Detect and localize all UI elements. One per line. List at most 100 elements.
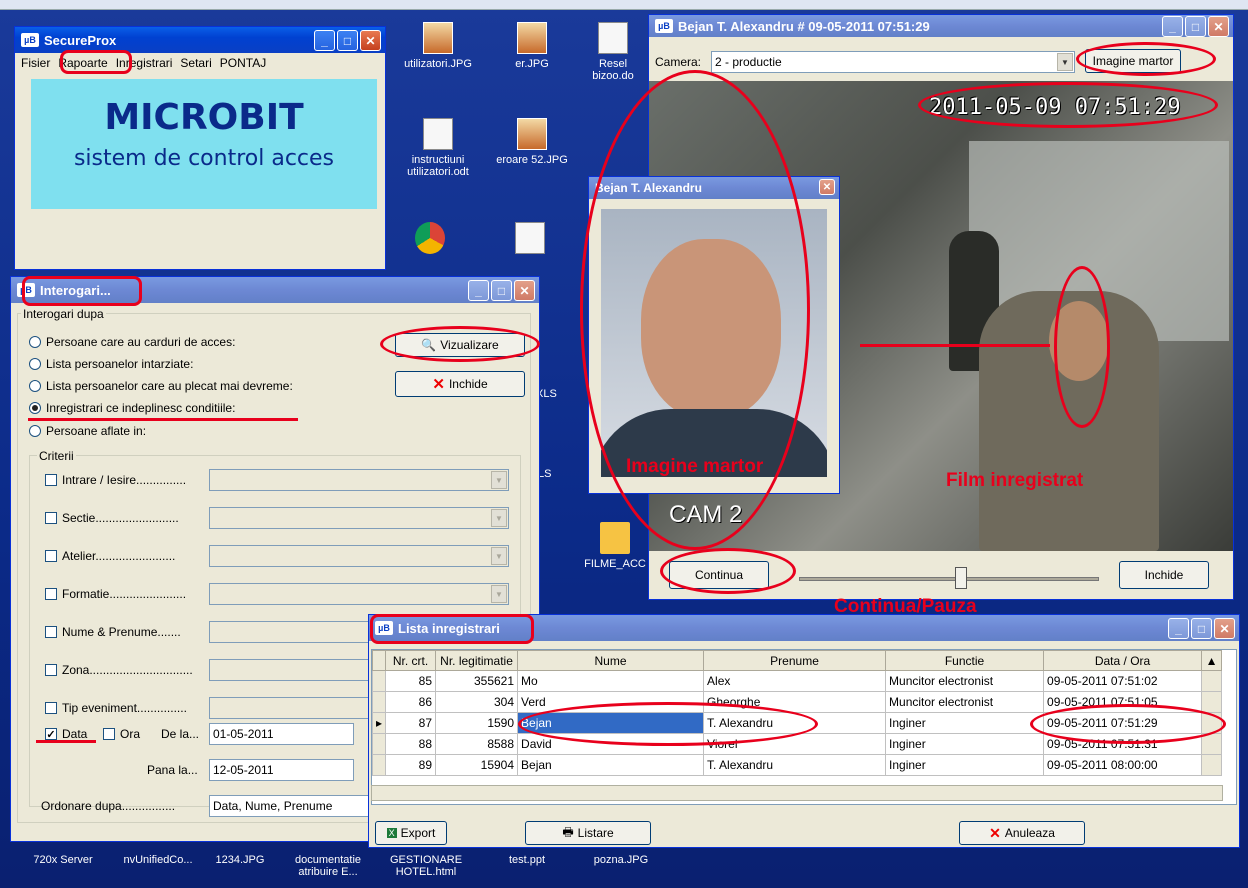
- table-cell[interactable]: 89: [385, 754, 437, 776]
- anuleaza-button[interactable]: ✕ Anuleaza: [959, 821, 1085, 845]
- de-la-date-field[interactable]: 01-05-2011: [209, 723, 354, 745]
- table-cell[interactable]: Muncitor electronist: [885, 691, 1045, 713]
- combo-formatie[interactable]: ▼: [209, 583, 509, 605]
- seek-slider[interactable]: [799, 577, 1099, 581]
- criteria-nume-prenume[interactable]: Nume & Prenume.......: [45, 625, 181, 639]
- desktop-item[interactable]: nvUnifiedCo...: [116, 854, 200, 866]
- table-cell[interactable]: 304: [435, 691, 519, 713]
- combo-sectie[interactable]: ▼: [209, 507, 509, 529]
- desktop-icon-utilizatori[interactable]: utilizatori.JPG: [398, 22, 478, 70]
- desktop-icon-eroare[interactable]: eroare 52.JPG: [492, 118, 572, 166]
- annotation-arrow: [860, 344, 1050, 347]
- table-cell[interactable]: 86: [385, 691, 437, 713]
- radio-intarziate[interactable]: Lista persoanelor intarziate:: [29, 357, 193, 371]
- table-cell[interactable]: 1590: [435, 712, 519, 734]
- close-icon[interactable]: ✕: [819, 179, 835, 195]
- combo-atelier[interactable]: ▼: [209, 545, 509, 567]
- desktop-item[interactable]: 720x Server: [18, 854, 108, 866]
- table-row[interactable]: 89 15904 Bejan T. Alexandru Inginer 09-05-201…: [372, 754, 1223, 776]
- table-cell[interactable]: 09-05-2011 07:51:02: [1043, 670, 1203, 692]
- row-indicator[interactable]: [372, 754, 387, 776]
- maximize-icon[interactable]: □: [337, 30, 358, 51]
- table-cell[interactable]: Mo: [517, 670, 705, 692]
- combo-intrare[interactable]: ▼: [209, 469, 509, 491]
- export-button[interactable]: X Export: [375, 821, 447, 845]
- horizontal-scrollbar[interactable]: [371, 785, 1223, 801]
- table-cell[interactable]: 15904: [435, 754, 519, 776]
- menu-fisier[interactable]: Fisier: [21, 56, 50, 70]
- close-icon[interactable]: ✕: [360, 30, 381, 51]
- table-row[interactable]: 85 355621 Mo Alex Muncitor electronist 09-05-…: [372, 670, 1223, 692]
- seek-slider-thumb[interactable]: [955, 567, 967, 589]
- desktop-icon-chrome[interactable]: [400, 222, 460, 258]
- criteria-intrare[interactable]: Intrare / Iesire...............: [45, 473, 186, 487]
- table-cell[interactable]: 85: [385, 670, 437, 692]
- row-indicator[interactable]: [372, 691, 387, 713]
- video-inchide-button[interactable]: Inchide: [1119, 561, 1209, 589]
- table-cell[interactable]: T. Alexandru: [703, 754, 887, 776]
- col-nr-crt[interactable]: Nr. crt.: [385, 650, 437, 671]
- listare-button[interactable]: 🖶 Listare: [525, 821, 651, 845]
- col-nume[interactable]: Nume: [517, 650, 705, 671]
- jpg-file-icon: [517, 22, 547, 54]
- table-cell[interactable]: Bejan: [517, 754, 705, 776]
- ora-checkbox[interactable]: Ora: [103, 727, 140, 741]
- video-titlebar[interactable]: µB Bejan T. Alexandru # 09-05-2011 07:51…: [649, 15, 1233, 37]
- radio-persoane-aflate[interactable]: Persoane aflate in:: [29, 424, 146, 438]
- scroll-up-icon[interactable]: ▲: [1201, 650, 1223, 671]
- close-icon[interactable]: ✕: [514, 280, 535, 301]
- desktop-item[interactable]: documentatie atribuire E...: [290, 854, 366, 878]
- row-indicator[interactable]: [372, 733, 387, 755]
- desktop-icon-resel[interactable]: Resel bizoo.do: [578, 22, 648, 82]
- pana-la-date-field[interactable]: 12-05-2011: [209, 759, 354, 781]
- minimize-icon[interactable]: _: [468, 280, 489, 301]
- table-cell[interactable]: Alex: [703, 670, 887, 692]
- radio-inregistrari-conditii[interactable]: Inregistrari ce indeplinesc conditiile:: [29, 401, 235, 415]
- criteria-zona[interactable]: Zona...............................: [45, 663, 193, 677]
- col-functie[interactable]: Functie: [885, 650, 1045, 671]
- desktop-item[interactable]: 1234.JPG: [210, 854, 270, 866]
- table-cell[interactable]: 355621: [435, 670, 519, 692]
- table-cell[interactable]: Inginer: [885, 733, 1045, 755]
- criteria-atelier[interactable]: Atelier........................: [45, 549, 175, 563]
- table-cell[interactable]: Muncitor electronist: [885, 670, 1045, 692]
- minimize-icon[interactable]: _: [314, 30, 335, 51]
- minimize-icon[interactable]: _: [1168, 618, 1189, 639]
- desktop-item[interactable]: GESTIONARE HOTEL.html: [384, 854, 468, 878]
- radio-plecat-devreme[interactable]: Lista persoanelor care au plecat mai dev…: [29, 379, 293, 393]
- criteria-tip-eveniment[interactable]: Tip eveniment...............: [45, 701, 187, 715]
- table-cell[interactable]: 87: [385, 712, 437, 734]
- x-icon: ✕: [989, 824, 1001, 841]
- maximize-icon[interactable]: □: [1191, 618, 1212, 639]
- desktop-icon-instructiuni[interactable]: instructiuni utilizatori.odt: [398, 118, 478, 178]
- desktop-item[interactable]: pozna.JPG: [586, 854, 656, 866]
- minimize-icon[interactable]: _: [1162, 16, 1183, 37]
- table-cell[interactable]: 88: [385, 733, 437, 755]
- close-icon[interactable]: ✕: [1208, 16, 1229, 37]
- camera-select[interactable]: 2 - productie ▼: [711, 51, 1075, 73]
- criteria-formatie[interactable]: Formatie.......................: [45, 587, 186, 601]
- criteria-sectie[interactable]: Sectie.........................: [45, 511, 179, 525]
- data-checkbox[interactable]: ✓ Data: [45, 727, 87, 741]
- desktop-icon-er[interactable]: er.JPG: [492, 22, 572, 70]
- maximize-icon[interactable]: □: [491, 280, 512, 301]
- table-cell[interactable]: Inginer: [885, 754, 1045, 776]
- desktop-icon-spreadsheet[interactable]: [500, 222, 560, 258]
- col-data-ora[interactable]: Data / Ora: [1043, 650, 1203, 671]
- table-cell[interactable]: 8588: [435, 733, 519, 755]
- menu-setari[interactable]: Setari: [180, 56, 211, 70]
- close-icon[interactable]: ✕: [1214, 618, 1235, 639]
- table-cell[interactable]: 09-05-2011 08:00:00: [1043, 754, 1203, 776]
- row-indicator[interactable]: ▸: [372, 712, 387, 734]
- menu-pontaj[interactable]: PONTAJ: [220, 56, 266, 70]
- desktop-item[interactable]: test.ppt: [498, 854, 556, 866]
- maximize-icon[interactable]: □: [1185, 16, 1206, 37]
- ordonare-select[interactable]: Data, Nume, Prenume: [209, 795, 369, 817]
- table-cell[interactable]: Inginer: [885, 712, 1045, 734]
- radio-carduri[interactable]: Persoane care au carduri de acces:: [29, 335, 235, 349]
- row-indicator[interactable]: [372, 670, 387, 692]
- col-prenume[interactable]: Prenume: [703, 650, 887, 671]
- inchide-button[interactable]: ✕ Inchide: [395, 371, 525, 397]
- col-legitimatie[interactable]: Nr. legitimatie: [435, 650, 519, 671]
- desktop-icon-filme[interactable]: FILME_ACC: [580, 522, 650, 570]
